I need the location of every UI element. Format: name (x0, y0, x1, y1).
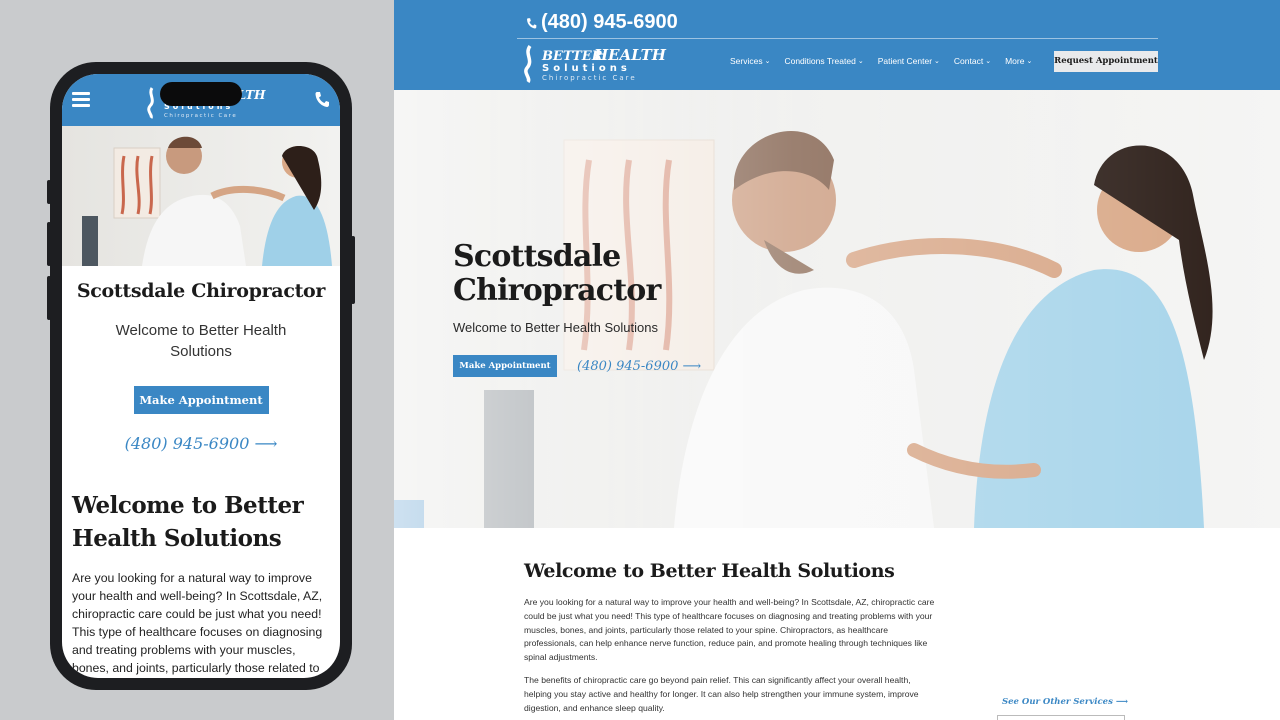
arrow-right-icon: ⟶ (682, 358, 702, 374)
site-logo[interactable]: BETTER HEALTH Solutions Chiropractic Car… (520, 42, 680, 84)
desktop-header: (480) 945-6900 BETTER HEALTH Solutions C… (394, 0, 1280, 90)
services-sidebar-box (997, 715, 1125, 720)
make-appointment-button[interactable]: Make Appointment (453, 355, 557, 377)
phone-mockup: BETTER HEALTH Solutions Chiropractic Car… (47, 62, 355, 690)
arrow-right-icon: ⟶ (1115, 697, 1129, 707)
desktop-website: (480) 945-6900 BETTER HEALTH Solutions C… (394, 0, 1280, 720)
welcome-paragraph-2: The benefits of chiropractic care go bey… (524, 674, 919, 713)
nav-conditions-treated[interactable]: Conditions Treated ⌄ (784, 56, 863, 66)
chevron-down-icon: ⌄ (764, 58, 771, 65)
chevron-down-icon: ⌄ (934, 58, 940, 65)
chevron-down-icon: ⌄ (985, 58, 992, 65)
svg-text:HEALTH: HEALTH (593, 46, 667, 64)
hero-phone-link[interactable]: (480) 945-6900 ⟶ (577, 359, 701, 374)
mobile-phone-link[interactable]: (480) 945-6900 ⟶ (72, 434, 330, 453)
phone-screen: BETTER HEALTH Solutions Chiropractic Car… (62, 74, 340, 678)
svg-text:Chiropractic Care: Chiropractic Care (164, 113, 237, 119)
mobile-subtitle: Welcome to Better Health Solutions (115, 322, 287, 360)
phone-power-button (351, 236, 355, 304)
hero-subtitle: Welcome to Better Health Solutions (453, 320, 658, 335)
mobile-intro-paragraph: Are you looking for a natural way to imp… (72, 571, 323, 675)
phone-call-icon[interactable] (314, 90, 330, 108)
mobile-hero-image (62, 126, 340, 266)
phone-volume-down (47, 276, 51, 320)
hamburger-menu-icon[interactable] (72, 92, 90, 110)
nav-services[interactable]: Services ⌄ (730, 56, 770, 66)
phone-icon (527, 17, 537, 28)
phone-volume-up (47, 222, 51, 266)
mobile-body: Scottsdale Chiropractor Welcome to Bette… (62, 280, 340, 678)
welcome-heading: Welcome to Better Health Solutions (524, 560, 895, 582)
dynamic-island (160, 82, 242, 106)
hero-actions: Make Appointment (480) 945-6900 ⟶ (453, 355, 701, 377)
hero-title: Scottsdale Chiropractor (453, 239, 661, 308)
main-nav: Services ⌄ Conditions Treated ⌄ Patient Ce… (730, 56, 1032, 66)
mobile-page-title: Scottsdale Chiropractor (76, 280, 326, 302)
header-divider (517, 38, 1158, 39)
svg-text:Solutions: Solutions (542, 63, 631, 74)
nav-patient-center[interactable]: Patient Center ⌄ (878, 56, 940, 66)
chevron-down-icon: ⌄ (1026, 58, 1033, 65)
svg-text:Chiropractic Care: Chiropractic Care (542, 74, 637, 82)
welcome-paragraph-1: Are you looking for a natural way to imp… (524, 597, 935, 663)
mobile-section-heading: Welcome to Better Health Solutions (72, 492, 304, 552)
see-other-services-link[interactable]: See Our Other Services ⟶ (1002, 697, 1128, 707)
desktop-hero: Scottsdale Chiropractor Welcome to Bette… (394, 90, 1280, 528)
header-phone-link[interactable]: (480) 945-6900 (526, 11, 678, 34)
welcome-section: Welcome to Better Health Solutions Are y… (524, 560, 938, 715)
nav-contact[interactable]: Contact ⌄ (954, 56, 991, 66)
phone-side-button (47, 180, 51, 204)
hero-text: Scottsdale Chiropractor Welcome to Bette… (453, 240, 701, 377)
chevron-down-icon: ⌄ (857, 58, 864, 65)
arrow-right-icon: ⟶ (254, 434, 278, 453)
request-appointment-button[interactable]: Request Appointment (1054, 51, 1158, 72)
mobile-make-appointment-button[interactable]: Make Appointment (133, 386, 269, 414)
nav-more[interactable]: More ⌄ (1005, 56, 1032, 66)
